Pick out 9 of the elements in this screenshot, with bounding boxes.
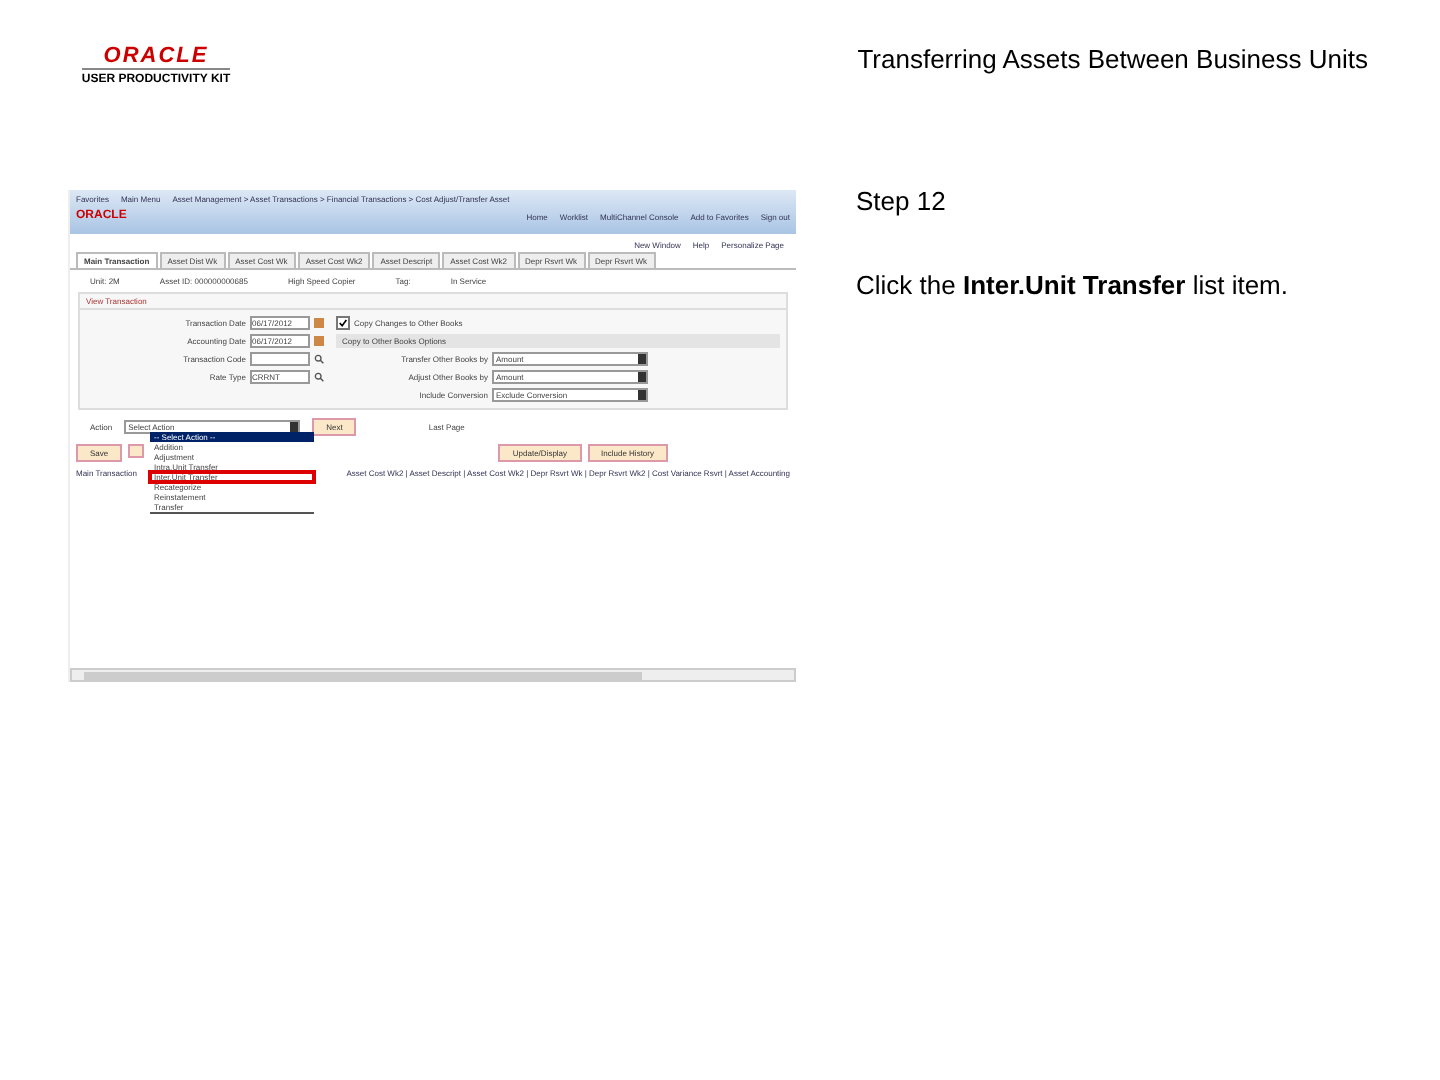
input-field[interactable]	[250, 352, 310, 366]
step-number: Step 12	[856, 186, 948, 216]
checkbox[interactable]	[336, 316, 350, 330]
search-icon[interactable]	[314, 354, 324, 364]
logo-text: ORACLE	[103, 44, 209, 68]
step-instruction: Click the Inter.Unit Transfer list item.	[856, 270, 1289, 300]
search-icon[interactable]	[314, 372, 324, 382]
horizontal-scrollbar[interactable]	[70, 668, 796, 682]
page-title: Transferring Assets Between Business Units	[857, 44, 1368, 74]
